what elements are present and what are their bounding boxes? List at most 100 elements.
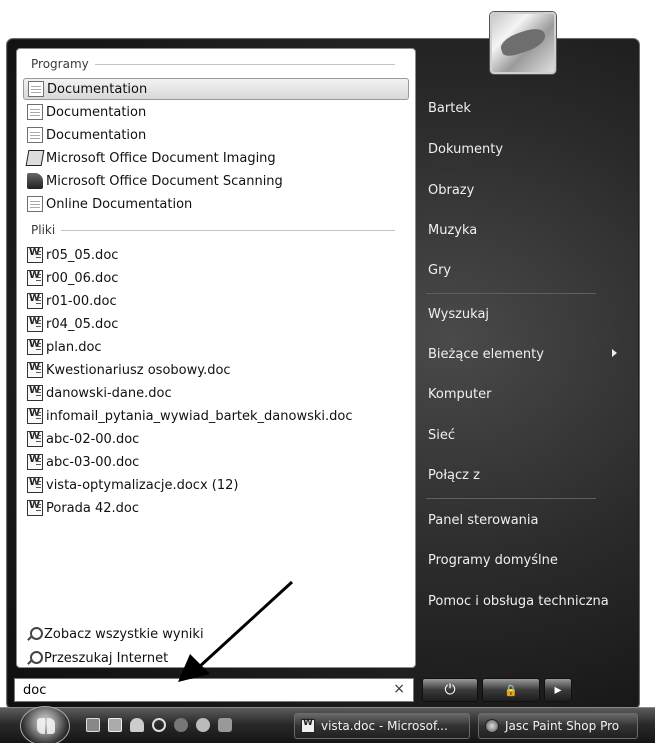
program-item[interactable]: Documentation	[23, 78, 409, 100]
submenu-arrow-icon	[612, 349, 617, 357]
word-document-icon	[27, 454, 43, 470]
file-item[interactable]: r00_06.doc	[23, 267, 409, 289]
taskbar: vista.doc - Microsof... Jasc Paint Shop …	[0, 706, 655, 743]
word-document-icon	[27, 293, 43, 309]
taskbar-button-paint-shop-pro[interactable]: Jasc Paint Shop Pro	[478, 713, 638, 739]
word-document-icon	[27, 500, 43, 516]
word-document-icon	[27, 477, 43, 493]
right-item-games[interactable]: Gry	[428, 263, 451, 278]
program-item-label: Microsoft Office Document Imaging	[46, 150, 276, 166]
program-item-label: Documentation	[46, 127, 147, 143]
power-icon: ⏻	[444, 682, 456, 698]
file-item-label: danowski-dane.doc	[46, 385, 172, 401]
file-item-label: vista-optymalizacje.docx (12)	[46, 477, 239, 493]
file-item-label: r05_05.doc	[46, 247, 119, 263]
files-header-label: Pliki	[31, 223, 56, 237]
clear-search-icon[interactable]: ×	[393, 681, 405, 697]
power-buttons: ⏻ 🔒 ▸	[422, 678, 572, 702]
divider	[61, 229, 395, 231]
divider	[94, 63, 395, 65]
program-item-label: Microsoft Office Document Scanning	[46, 173, 283, 189]
file-item-label: infomail_pytania_wywiad_bartek_danowski.…	[46, 408, 353, 424]
start-orb-button[interactable]	[20, 706, 70, 743]
show-desktop-icon[interactable]	[86, 718, 100, 732]
right-item-network[interactable]: Sieć	[428, 428, 455, 443]
file-item[interactable]: infomail_pytania_wywiad_bartek_danowski.…	[23, 405, 409, 427]
file-item[interactable]: Porada 42.doc	[23, 497, 409, 519]
program-item[interactable]: Documentation	[23, 124, 409, 146]
files-section-header: Pliki	[31, 223, 395, 237]
right-item-search[interactable]: Wyszukaj	[428, 307, 489, 322]
file-item-label: abc-03-00.doc	[46, 454, 140, 470]
search-icon	[27, 651, 43, 665]
right-item-pictures[interactable]: Obrazy	[428, 183, 474, 198]
file-item[interactable]: Kwestionariusz osobowy.doc	[23, 359, 409, 381]
taskbar-button-word[interactable]: vista.doc - Microsof...	[294, 713, 470, 739]
divider	[426, 293, 596, 294]
file-item[interactable]: abc-02-00.doc	[23, 428, 409, 450]
search-icon	[27, 627, 43, 641]
quick-launch-app-icon[interactable]	[218, 718, 232, 732]
word-document-icon	[27, 385, 43, 401]
file-item[interactable]: plan.doc	[23, 336, 409, 358]
file-item-label: Kwestionariusz osobowy.doc	[46, 362, 231, 378]
search-results-pane: Programy Documentation Documentation Doc…	[16, 48, 416, 668]
document-page-icon	[28, 81, 44, 97]
chevron-right-icon: ▸	[554, 682, 562, 698]
right-item-help-support[interactable]: Pomoc i obsługa techniczna	[428, 594, 609, 609]
right-item-connect-to[interactable]: Połącz z	[428, 468, 480, 483]
program-item[interactable]: Microsoft Office Document Scanning	[23, 170, 409, 192]
user-picture[interactable]	[490, 12, 556, 74]
file-item-label: r01-00.doc	[46, 293, 117, 309]
word-document-icon	[27, 316, 43, 332]
right-item-user[interactable]: Bartek	[428, 101, 471, 116]
shutdown-options-button[interactable]: ▸	[544, 678, 572, 702]
word-document-icon	[27, 247, 43, 263]
programs-section-header: Programy	[31, 57, 395, 71]
program-item[interactable]: Online Documentation	[23, 193, 409, 215]
internet-explorer-icon[interactable]	[152, 718, 166, 732]
word-document-icon	[27, 408, 43, 424]
word-document-icon	[27, 362, 43, 378]
word-document-icon	[27, 270, 43, 286]
right-item-control-panel[interactable]: Panel sterowania	[428, 513, 539, 528]
word-document-icon	[27, 339, 43, 355]
program-item-label: Documentation	[47, 81, 148, 97]
file-item[interactable]: r01-00.doc	[23, 290, 409, 312]
lock-icon: 🔒	[504, 683, 518, 697]
right-item-music[interactable]: Muzyka	[428, 223, 477, 238]
file-item[interactable]: abc-03-00.doc	[23, 451, 409, 473]
file-item[interactable]: danowski-dane.doc	[23, 382, 409, 404]
annotation-arrow-icon	[178, 580, 294, 682]
file-item[interactable]: vista-optymalizacje.docx (12)	[23, 474, 409, 496]
right-item-default-programs[interactable]: Programy domyślne	[428, 553, 558, 568]
quick-launch-app-icon[interactable]	[174, 718, 188, 732]
right-item-documents[interactable]: Dokumenty	[428, 142, 503, 157]
file-item-label: Porada 42.doc	[46, 500, 140, 516]
paint-shop-pro-icon	[485, 719, 499, 733]
quick-launch-app-icon[interactable]	[196, 718, 210, 732]
word-document-icon	[301, 718, 315, 733]
taskbar-button-label: Jasc Paint Shop Pro	[505, 719, 620, 733]
search-input-value: doc	[23, 682, 47, 698]
file-item-label: r04_05.doc	[46, 316, 119, 332]
divider	[426, 498, 596, 499]
programs-header-label: Programy	[31, 57, 89, 71]
power-button[interactable]: ⏻	[422, 678, 478, 702]
right-item-recent-items[interactable]: Bieżące elementy	[428, 347, 544, 362]
media-player-icon[interactable]	[130, 718, 144, 732]
office-scanning-icon	[27, 173, 43, 189]
search-internet-label: Przeszukaj Internet	[44, 650, 169, 666]
right-item-computer[interactable]: Komputer	[428, 387, 491, 402]
file-item-label: r00_06.doc	[46, 270, 119, 286]
file-item-label: abc-02-00.doc	[46, 431, 140, 447]
switch-windows-icon[interactable]	[108, 718, 122, 732]
taskbar-button-label: vista.doc - Microsof...	[321, 719, 448, 733]
lock-button[interactable]: 🔒	[482, 678, 540, 702]
program-item[interactable]: Documentation	[23, 101, 409, 123]
file-item[interactable]: r04_05.doc	[23, 313, 409, 335]
file-item-label: plan.doc	[46, 339, 102, 355]
office-imaging-icon	[25, 150, 45, 166]
program-item[interactable]: Microsoft Office Document Imaging	[23, 147, 409, 169]
file-item[interactable]: r05_05.doc	[23, 244, 409, 266]
